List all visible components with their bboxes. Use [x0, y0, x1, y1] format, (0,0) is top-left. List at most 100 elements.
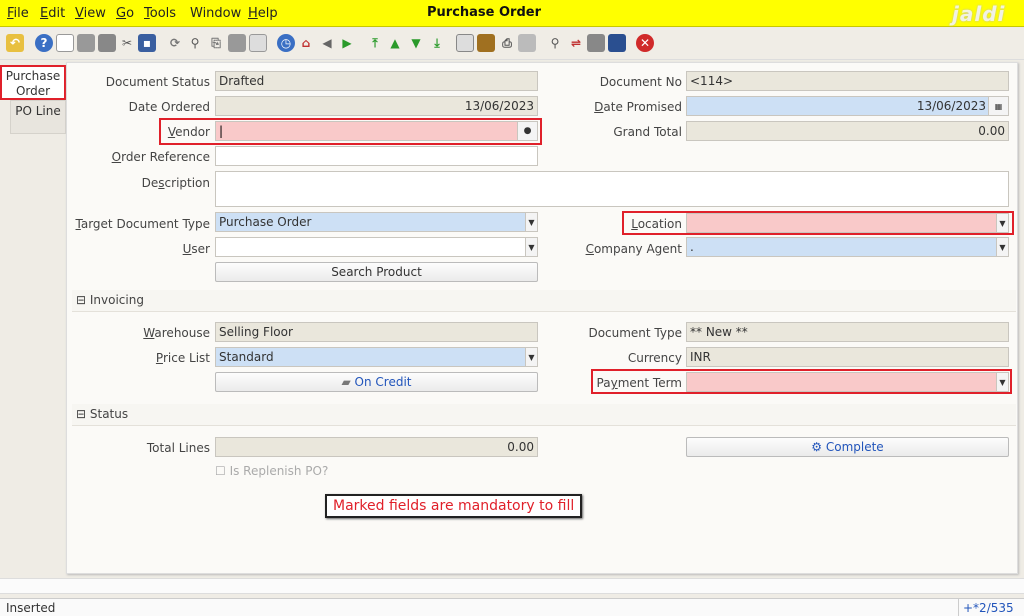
menu-view[interactable]: View	[75, 6, 106, 21]
tab-purchase-order[interactable]: Purchase Order	[0, 65, 66, 100]
collapse-icon[interactable]: ⊟	[76, 407, 90, 421]
zoom-across-icon[interactable]: ⚲	[546, 34, 564, 52]
payment-icon: ▰	[341, 375, 355, 389]
workflow-icon[interactable]: ⇌	[567, 34, 585, 52]
next-record-icon[interactable]: ▼	[407, 34, 425, 52]
mandatory-fields-note: Marked fields are mandatory to fill	[325, 494, 583, 518]
horizontal-scrollbar[interactable]	[0, 578, 1024, 594]
forward-icon[interactable]: ▶	[338, 34, 356, 52]
chevron-down-icon[interactable]: ▼	[525, 213, 537, 231]
menu-edit[interactable]: Edit	[40, 6, 65, 21]
date-promised-label: Date Promised	[594, 100, 682, 114]
undo-icon[interactable]: ↶	[6, 34, 24, 52]
price-list-label: Price List	[155, 351, 210, 365]
history-clock-icon[interactable]: ◷	[277, 34, 295, 52]
help-icon[interactable]: ?	[35, 34, 53, 52]
order-reference-field[interactable]	[215, 146, 538, 166]
menu-help[interactable]: Help	[248, 6, 278, 21]
print-preview-icon[interactable]	[518, 34, 536, 52]
document-no-field[interactable]: <114>	[686, 71, 1009, 91]
target-document-type-label: Target Document Type	[75, 217, 210, 231]
document-status-field: Drafted	[215, 71, 538, 91]
on-credit-button[interactable]: ▰ On Credit	[215, 372, 538, 392]
location-label: Location	[631, 217, 682, 231]
vendor-label: Vendor	[167, 125, 210, 139]
total-lines-label: Total Lines	[146, 441, 210, 455]
gear-icon: ⚙	[811, 440, 826, 454]
collapse-icon[interactable]: ⊟	[76, 293, 90, 307]
new-record-icon[interactable]	[56, 34, 74, 52]
chevron-down-icon[interactable]: ▼	[525, 238, 537, 256]
grand-total-label: Grand Total	[613, 125, 682, 139]
vendor-search-icon[interactable]: ●	[517, 122, 537, 140]
document-no-label: Document No	[599, 75, 682, 89]
menu-bar: File Edit View Go Tools Window Help Purc…	[0, 0, 1024, 27]
save-icon[interactable]: ▪	[138, 34, 156, 52]
menu-file[interactable]: File	[7, 6, 29, 21]
chevron-down-icon[interactable]: ▼	[996, 214, 1008, 232]
company-agent-select[interactable]: . ▼	[686, 237, 1009, 257]
company-agent-label: Company Agent	[585, 242, 682, 256]
currency-label: Currency	[627, 351, 682, 365]
description-label: Description	[141, 176, 210, 190]
find-icon[interactable]: ⚲	[186, 34, 204, 52]
attachment-icon[interactable]: ⎘	[207, 34, 225, 52]
date-promised-field[interactable]: 13/06/2023 ▦	[686, 96, 1009, 116]
warehouse-field: Selling Floor	[215, 322, 538, 342]
menu-window[interactable]: Window	[190, 6, 241, 21]
delete-selection-icon[interactable]: ✂	[118, 34, 136, 52]
date-ordered-label: Date Ordered	[128, 100, 210, 114]
is-replenish-checkbox[interactable]: ☐ Is Replenish PO?	[215, 464, 328, 478]
back-icon[interactable]: ◀	[318, 34, 336, 52]
status-text: Inserted	[6, 601, 56, 615]
invoicing-section-header[interactable]: ⊟ Invoicing	[72, 290, 1016, 312]
description-field[interactable]	[215, 171, 1009, 207]
date-ordered-field: 13/06/2023	[215, 96, 538, 116]
window-title: Purchase Order	[427, 5, 542, 20]
checkbox-icon[interactable]: ☐	[215, 464, 230, 478]
order-reference-label: Order Reference	[111, 150, 210, 164]
copy-icon[interactable]	[77, 34, 95, 52]
total-lines-field: 0.00	[215, 437, 538, 457]
refresh-icon[interactable]: ⟳	[166, 34, 184, 52]
chevron-down-icon[interactable]: ▼	[996, 238, 1008, 256]
archive-icon[interactable]	[477, 34, 495, 52]
menu-go[interactable]: Go	[116, 6, 134, 21]
status-section-header[interactable]: ⊟ Status	[72, 404, 1016, 426]
location-select[interactable]: ▼	[686, 213, 1009, 233]
document-status-label: Document Status	[105, 75, 210, 89]
requests-icon[interactable]	[587, 34, 605, 52]
grand-total-field: 0.00	[686, 121, 1009, 141]
app-logo: jaldi	[952, 2, 1006, 26]
price-list-select[interactable]: Standard ▼	[215, 347, 538, 367]
tab-column: Purchase Order PO Line	[0, 62, 66, 576]
calendar-icon[interactable]: ▦	[988, 97, 1008, 115]
complete-button[interactable]: ⚙ Complete	[686, 437, 1009, 457]
product-info-icon[interactable]	[608, 34, 626, 52]
previous-record-icon[interactable]: ▲	[386, 34, 404, 52]
target-document-type-select[interactable]: Purchase Order ▼	[215, 212, 538, 232]
user-label: User	[182, 242, 210, 256]
currency-field: INR	[686, 347, 1009, 367]
warehouse-label: Warehouse	[143, 326, 210, 340]
search-product-button[interactable]: Search Product	[215, 262, 538, 282]
tab-po-line[interactable]: PO Line	[10, 100, 66, 134]
report-icon[interactable]	[456, 34, 474, 52]
history-icon[interactable]	[249, 34, 267, 52]
menu-tools[interactable]: Tools	[144, 6, 176, 21]
print-icon[interactable]: ⎙	[498, 34, 516, 52]
vendor-field[interactable]: | ●	[215, 121, 538, 141]
home-icon[interactable]: ⌂	[297, 34, 315, 52]
document-type-label: Document Type	[588, 326, 682, 340]
chevron-down-icon[interactable]: ▼	[525, 348, 537, 366]
delete-icon[interactable]	[98, 34, 116, 52]
user-select[interactable]: ▼	[215, 237, 538, 257]
first-record-icon[interactable]: ⤒	[366, 34, 384, 52]
record-navigator[interactable]: +*2/535	[958, 599, 1024, 616]
close-window-icon[interactable]: ✕	[636, 34, 654, 52]
last-record-icon[interactable]: ⤓	[428, 34, 446, 52]
payment-term-select[interactable]: ▼	[686, 372, 1009, 392]
chevron-down-icon[interactable]: ▼	[996, 373, 1008, 391]
chat-icon[interactable]	[228, 34, 246, 52]
payment-term-label: Payment Term	[596, 376, 682, 390]
